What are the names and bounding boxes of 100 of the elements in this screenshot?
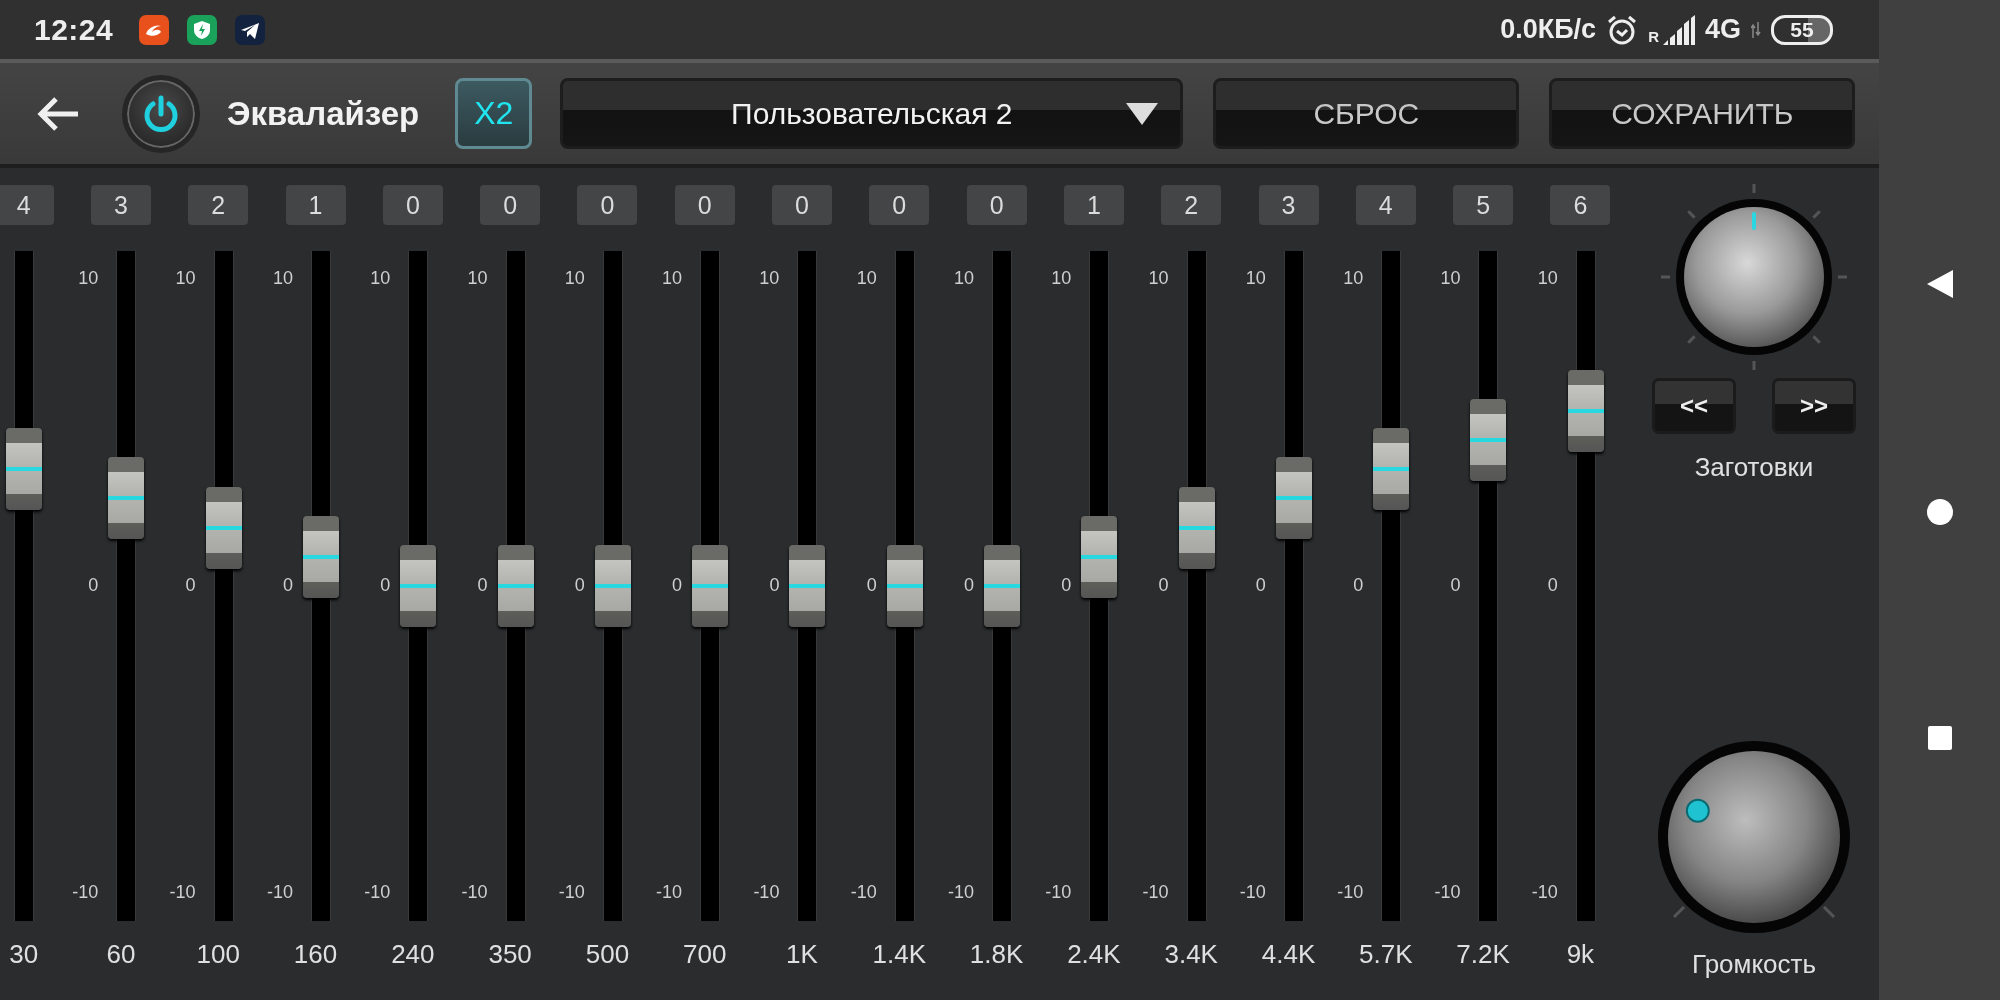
band-value: 0: [480, 185, 541, 225]
scale-label: -10: [1045, 881, 1072, 903]
scale-label: 0: [1353, 574, 1364, 596]
frequency-label: 100: [196, 939, 240, 970]
slider-thumb[interactable]: [594, 545, 631, 627]
scale-label: -10: [1434, 881, 1461, 903]
slider-thumb[interactable]: [497, 545, 534, 627]
scale-label: 0: [88, 574, 99, 596]
scale-label: 0: [185, 574, 196, 596]
roaming-indicator: R: [1648, 27, 1659, 45]
scale-label: -10: [753, 881, 780, 903]
band-value: 4: [1355, 185, 1416, 225]
scale-label: -10: [656, 881, 683, 903]
scale-label: 10: [1051, 267, 1072, 289]
x2-toggle[interactable]: X2: [455, 78, 533, 149]
frequency-label: 1K: [786, 939, 818, 970]
slider-thumb[interactable]: [1373, 428, 1410, 511]
caret-icon: [1126, 103, 1159, 125]
slider-thumb[interactable]: [1470, 399, 1507, 481]
frequency-label: 30: [9, 939, 39, 970]
slider-thumb[interactable]: [789, 545, 826, 627]
scale-label: 0: [672, 574, 683, 596]
frequency-label: 9k: [1566, 939, 1595, 970]
recents-nav-icon[interactable]: [1927, 726, 1952, 750]
scale-label: -10: [947, 881, 974, 903]
scale-label: -10: [1142, 881, 1169, 903]
battery-indicator: 55: [1771, 14, 1833, 45]
scale-label: -10: [461, 881, 488, 903]
scale-label: 10: [1148, 267, 1169, 289]
save-button[interactable]: СОХРАНИТЬ: [1549, 78, 1856, 149]
scale-label: 0: [1450, 574, 1461, 596]
scale-label: -10: [1531, 881, 1558, 903]
slider-thumb[interactable]: [1567, 369, 1604, 452]
scale-label: 10: [78, 267, 99, 289]
band-value: 1: [1063, 185, 1124, 225]
scale-label: -10: [1239, 881, 1266, 903]
preset-dropdown[interactable]: Пользовательская 2: [560, 78, 1184, 149]
band-value: 4: [0, 185, 54, 225]
scale-label: 10: [759, 267, 780, 289]
screen-title: Эквалайзер: [227, 94, 420, 133]
data-arrows-icon: [1751, 21, 1761, 38]
scale-label: 10: [662, 267, 683, 289]
scale-label: 0: [477, 574, 488, 596]
scale-label: -10: [169, 881, 196, 903]
scale-label: 10: [1343, 267, 1364, 289]
scale-label: 0: [1255, 574, 1266, 596]
slider-thumb[interactable]: [886, 545, 923, 627]
back-nav-icon[interactable]: [1926, 270, 1953, 298]
frequency-label: 4.4K: [1261, 939, 1316, 970]
scale-label: 0: [866, 574, 877, 596]
home-nav-icon[interactable]: [1925, 498, 1954, 526]
band-value: 3: [1258, 185, 1319, 225]
scale-label: 0: [1547, 574, 1558, 596]
slider-thumb[interactable]: [302, 515, 339, 598]
band-value: 2: [188, 185, 249, 225]
scale-label: -10: [364, 881, 391, 903]
slider-thumb[interactable]: [108, 457, 145, 540]
shield-icon: [187, 14, 218, 45]
band-value: 0: [966, 185, 1027, 225]
band-value: 0: [577, 185, 638, 225]
preset-knob[interactable]: [1659, 182, 1849, 372]
scale-label: -10: [558, 881, 585, 903]
band-value: 1: [285, 185, 346, 225]
scale-label: 10: [1537, 267, 1558, 289]
frequency-label: 5.7K: [1359, 939, 1413, 970]
presets-label: Заготовки: [1694, 452, 1814, 483]
band-value: 3: [90, 185, 151, 225]
scale-label: 10: [467, 267, 488, 289]
scale-label: 0: [1158, 574, 1169, 596]
slider-thumb[interactable]: [1275, 457, 1312, 540]
scale-label: 10: [175, 267, 196, 289]
reset-button[interactable]: СБРОС: [1213, 78, 1520, 149]
scale-label: 0: [574, 574, 585, 596]
scale-label: -10: [72, 881, 99, 903]
slider-thumb[interactable]: [1081, 515, 1118, 598]
frequency-label: 240: [391, 939, 435, 970]
slider-thumb[interactable]: [984, 545, 1020, 627]
frequency-label: 1.8K: [969, 939, 1024, 970]
slider-thumb[interactable]: [692, 545, 729, 627]
slider-thumb[interactable]: [1178, 486, 1215, 569]
clock-time: 12:24: [34, 12, 114, 47]
volume-label: Громкость: [1692, 949, 1816, 980]
frequency-label: 7.2K: [1456, 939, 1510, 970]
scale-label: 10: [1440, 267, 1461, 289]
previous-preset-button[interactable]: <<: [1652, 378, 1736, 434]
scale-label: -10: [850, 881, 877, 903]
frequency-label: 700: [683, 939, 727, 970]
band-value: 0: [772, 185, 832, 225]
slider-thumb[interactable]: [205, 486, 242, 569]
next-preset-button[interactable]: >>: [1772, 378, 1856, 434]
scale-label: 0: [963, 574, 974, 596]
slider-thumb[interactable]: [400, 545, 437, 627]
scale-label: 0: [282, 574, 293, 596]
slider-thumb[interactable]: [5, 428, 42, 511]
scale-label: 10: [370, 267, 391, 289]
frequency-label: 1.4K: [872, 939, 927, 970]
band-value: 2: [1161, 185, 1222, 225]
band-value: 0: [674, 185, 735, 225]
paper-plane-icon: [235, 14, 266, 45]
network-speed: 0.0КБ/с: [1500, 14, 1597, 45]
